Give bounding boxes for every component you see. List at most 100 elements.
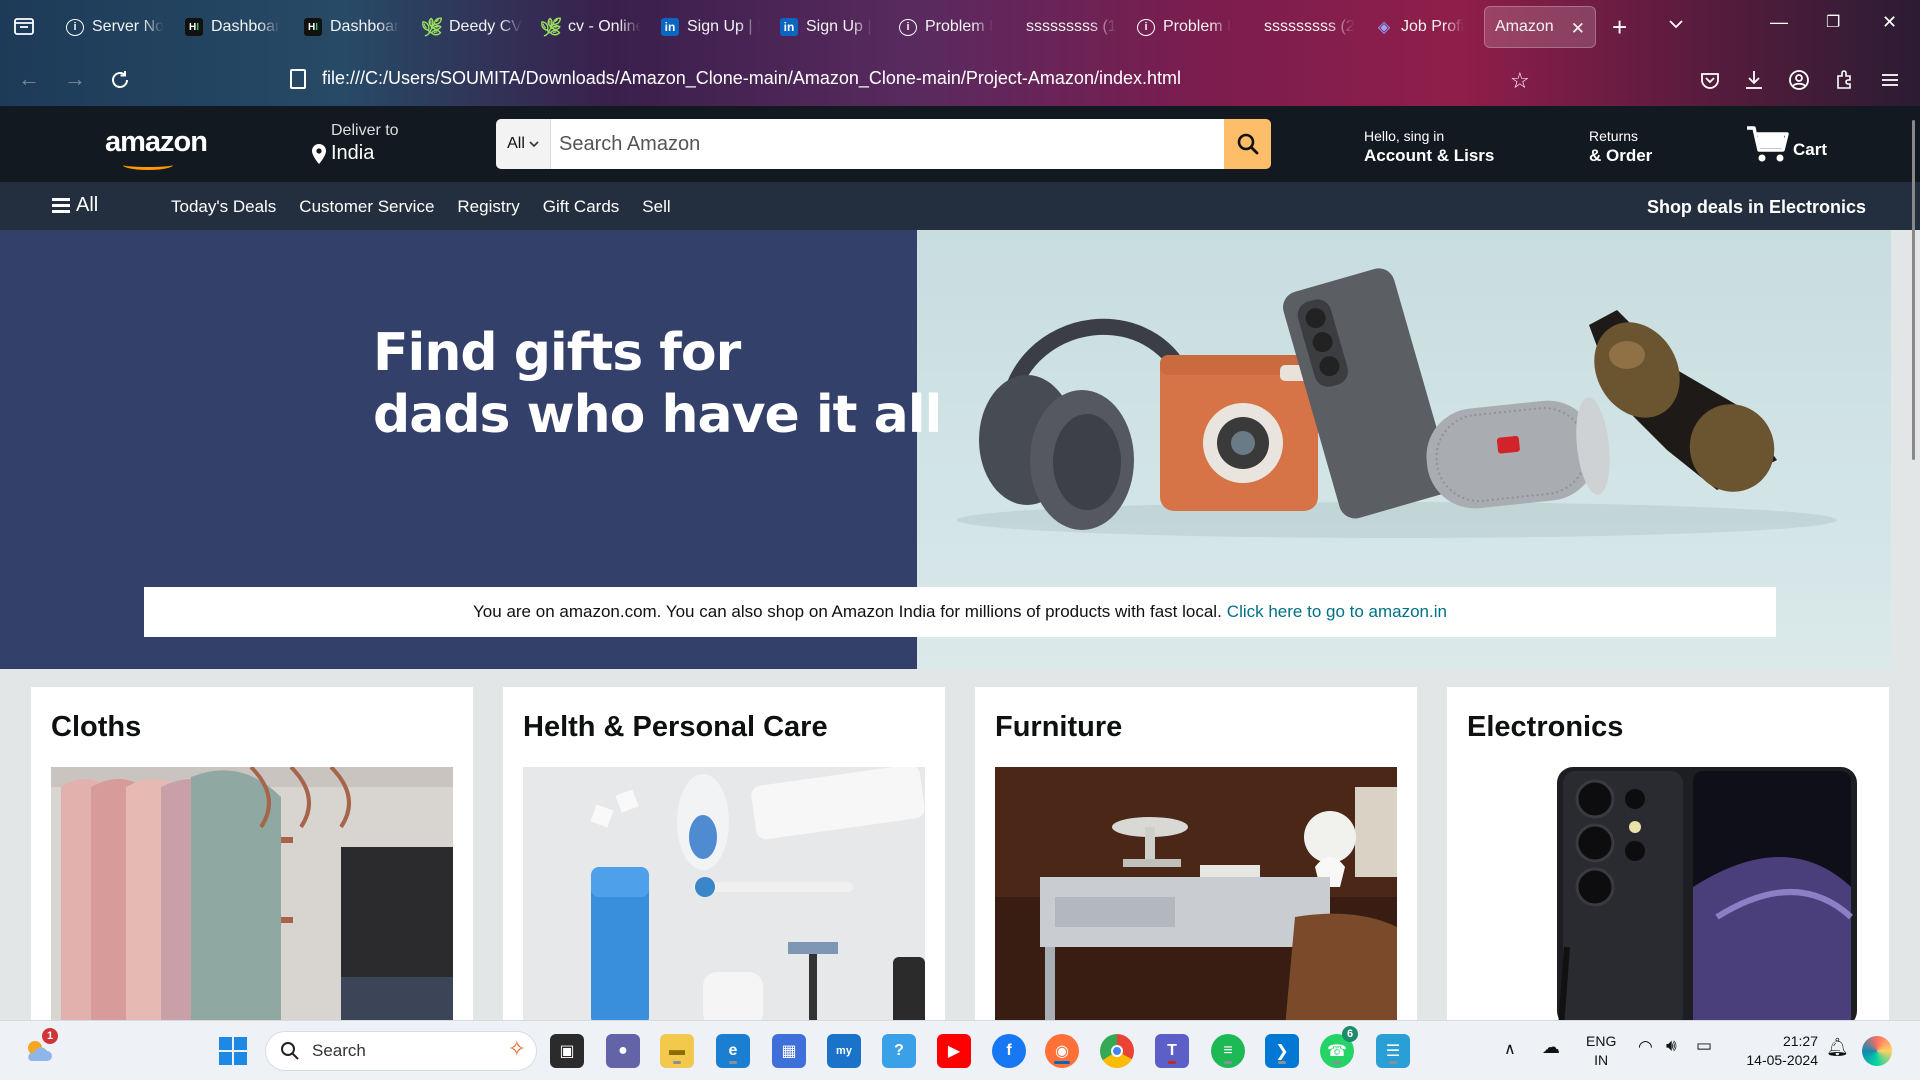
shop-deals-electronics-link[interactable]: Shop deals in Electronics: [1647, 197, 1866, 218]
address-bar[interactable]: file:///C:/Users/SOUMITA/Downloads/Amazo…: [290, 68, 1181, 89]
tab-title: sssssssss (2)[1: [1264, 18, 1355, 35]
search-input[interactable]: [551, 119, 1224, 169]
cart-button[interactable]: Cart: [1745, 124, 1827, 164]
copilot-icon[interactable]: [1862, 1036, 1892, 1066]
windows-start-icon[interactable]: [216, 1034, 250, 1068]
search-button[interactable]: [1224, 119, 1271, 169]
returns-orders[interactable]: Returns & Order: [1589, 128, 1652, 166]
cart-label: Cart: [1793, 140, 1828, 159]
subnav-link-gift-cards[interactable]: Gift Cards: [543, 197, 620, 217]
bookmark-star-icon[interactable]: ☆: [1510, 68, 1530, 94]
windows-taskbar: 1 Search ✧ ▣ ● ▬ e ▦ my ? ▶ f ◉ T ≡ ❯ ☎ …: [0, 1020, 1920, 1080]
chevron-up-icon[interactable]: ∧: [1504, 1039, 1516, 1059]
minimize-icon[interactable]: —: [1770, 12, 1788, 33]
subnav-link-sell[interactable]: Sell: [642, 197, 670, 217]
onedrive-icon[interactable]: ☁: [1542, 1037, 1560, 1058]
tab[interactable]: i Server No: [56, 6, 175, 48]
taskbar-search[interactable]: Search ✧: [265, 1031, 537, 1071]
clock[interactable]: 21:27 14-05-2024: [1722, 1032, 1818, 1070]
tab[interactable]: in Sign Up |: [770, 6, 889, 48]
clock-time: 21:27: [1782, 1033, 1818, 1049]
tab[interactable]: i Problem I: [889, 6, 1008, 48]
tab[interactable]: sssssssss (2)[1: [1246, 6, 1365, 48]
amazon-header: amazon Deliver to India All Hello, sing …: [0, 106, 1920, 182]
extensions-icon[interactable]: [1833, 68, 1857, 92]
edge-icon[interactable]: e: [716, 1034, 750, 1068]
subnav-link-customer-service[interactable]: Customer Service: [299, 197, 434, 217]
account-icon[interactable]: [1787, 68, 1811, 92]
tab-title: Sign Up |: [806, 18, 872, 35]
tab-title: Server No: [92, 18, 165, 35]
spotify-icon[interactable]: ≡: [1211, 1034, 1245, 1068]
new-tab-icon[interactable]: +: [1612, 12, 1627, 43]
tab[interactable]: in Sign Up | I: [651, 6, 770, 48]
hamburger-icon: [52, 198, 70, 213]
tab[interactable]: i Problem I: [1127, 6, 1246, 48]
close-window-icon[interactable]: ✕: [1882, 12, 1897, 33]
myhp-icon[interactable]: my: [827, 1034, 861, 1068]
subnav-link-todays-deals[interactable]: Today's Deals: [171, 197, 276, 217]
wifi-icon[interactable]: ◠: [1638, 1037, 1653, 1057]
file-explorer-icon[interactable]: ▬: [660, 1034, 694, 1068]
category-card-health[interactable]: Helth & Personal Care: [503, 687, 945, 1020]
close-tab-icon[interactable]: ✕: [1571, 19, 1585, 39]
card-title: Helth & Personal Care: [523, 711, 828, 743]
hero-banner[interactable]: Find gifts for dads who have it all You …: [0, 230, 1891, 669]
tab[interactable]: 🌿︎ Deedy CV: [413, 6, 532, 48]
notification-bell-icon[interactable]: 🔔︎: [1826, 1037, 1849, 1058]
chevron-down-icon[interactable]: [1666, 14, 1686, 34]
whatsapp-badge: 6: [1342, 1026, 1358, 1042]
chevron-down-icon: [529, 141, 539, 148]
all-menu-button[interactable]: All: [52, 194, 98, 217]
tab[interactable]: ◈ Job Profi: [1365, 6, 1484, 48]
back-icon[interactable]: ←: [18, 66, 40, 92]
category-card-electronics[interactable]: Electronics: [1447, 687, 1889, 1020]
vscode-icon[interactable]: ❯: [1265, 1034, 1299, 1068]
teams-chat-icon[interactable]: ●: [606, 1034, 640, 1068]
tab[interactable]: sssssssss (1)[1: [1008, 6, 1127, 48]
search-category-select[interactable]: All: [496, 119, 551, 169]
tab-title: cv - Online: [568, 18, 641, 35]
page-scrollbar[interactable]: [1912, 120, 1915, 460]
tips-icon[interactable]: ?: [882, 1034, 916, 1068]
weather-icon[interactable]: 1: [22, 1028, 58, 1068]
pocket-icon[interactable]: [1698, 68, 1722, 92]
amazon-in-link[interactable]: Click here to go to amazon.in: [1227, 602, 1447, 622]
category-card-cloths[interactable]: Cloths: [31, 687, 473, 1020]
tab[interactable]: 🌿︎ cv - Online: [532, 6, 651, 48]
volume-icon[interactable]: 🔊︎: [1666, 1036, 1677, 1056]
forward-icon[interactable]: →: [64, 66, 86, 92]
tab-title: sssssssss (1)[1: [1026, 18, 1117, 35]
deliver-to[interactable]: Deliver to India: [312, 122, 399, 165]
whatsapp-icon[interactable]: ☎ 6: [1320, 1026, 1358, 1068]
lang-top: ENG: [1586, 1033, 1617, 1049]
tab-active[interactable]: Amazon ✕: [1484, 6, 1596, 48]
tab[interactable]: HI Dashboar: [175, 6, 294, 48]
amazon-logo[interactable]: amazon: [105, 126, 208, 170]
tab[interactable]: HI Dashboar: [294, 6, 413, 48]
info-icon: i: [899, 18, 917, 36]
tab-title: Job Profi: [1401, 18, 1465, 35]
menu-icon[interactable]: [1878, 68, 1902, 92]
teams-icon[interactable]: T: [1155, 1034, 1189, 1068]
notepad-icon[interactable]: ☰: [1376, 1034, 1410, 1068]
furniture-image: [995, 767, 1397, 1020]
tab-list-icon[interactable]: [12, 14, 36, 38]
download-icon[interactable]: [1742, 68, 1766, 92]
firefox-icon[interactable]: ◉: [1045, 1034, 1079, 1068]
task-view-icon[interactable]: ▣: [550, 1034, 584, 1068]
reload-icon[interactable]: [108, 68, 132, 92]
electronics-image: [1467, 767, 1869, 1020]
linkedin-icon: in: [780, 18, 798, 36]
microsoft-store-icon[interactable]: ▦: [772, 1034, 806, 1068]
youtube-icon[interactable]: ▶: [937, 1034, 971, 1068]
account-menu[interactable]: Hello, sing in Account & Lisrs: [1364, 128, 1494, 166]
facebook-icon[interactable]: f: [992, 1034, 1026, 1068]
category-card-furniture[interactable]: Furniture: [975, 687, 1417, 1020]
chrome-icon[interactable]: [1100, 1034, 1134, 1068]
battery-icon[interactable]: ▭: [1696, 1036, 1712, 1056]
subnav-link-registry[interactable]: Registry: [457, 197, 519, 217]
weather-badge: 1: [42, 1028, 58, 1044]
restore-icon[interactable]: ❐: [1826, 12, 1840, 32]
language-indicator[interactable]: ENG IN: [1586, 1032, 1616, 1070]
